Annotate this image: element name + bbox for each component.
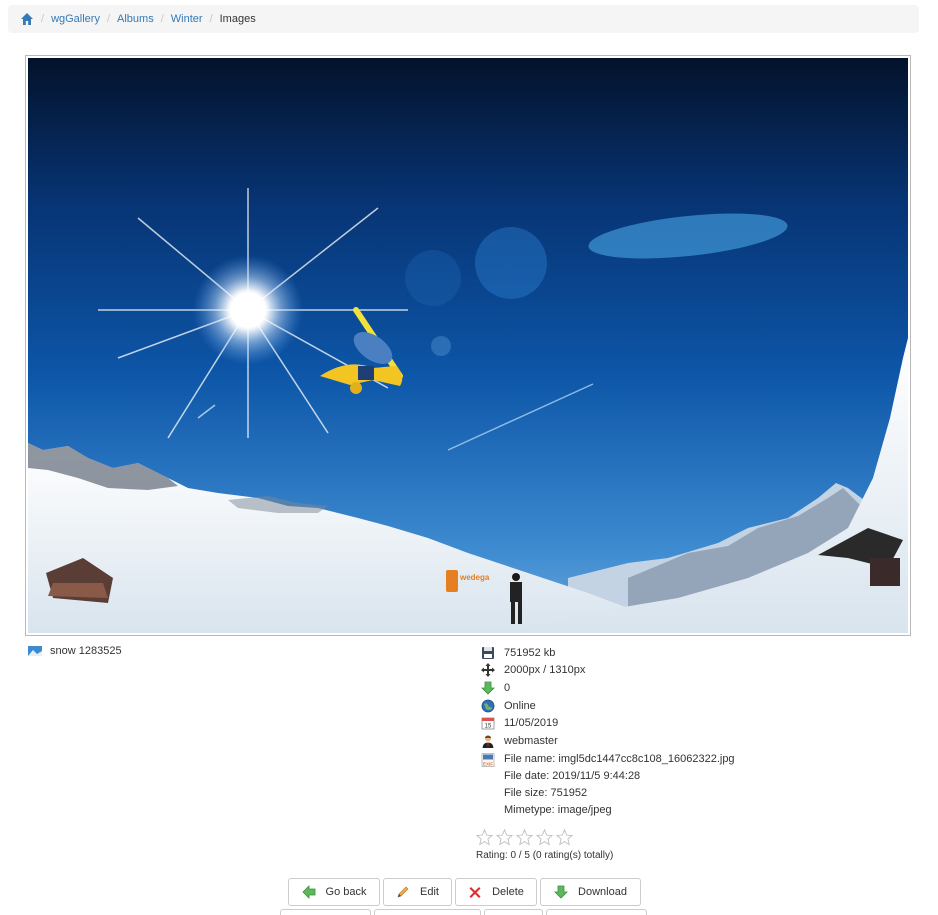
breadcrumb-link-wggallery[interactable]: wgGallery [51, 13, 100, 25]
svg-text:15: 15 [485, 724, 492, 730]
star-icon[interactable] [535, 828, 554, 846]
go-back-button[interactable]: Go back [288, 878, 380, 906]
star-icon[interactable] [515, 828, 534, 846]
go-back-label: Go back [325, 886, 367, 898]
image-title-row: snow 1283525 [28, 645, 122, 657]
star-icon[interactable] [495, 828, 514, 846]
rating-text: Rating: 0 / 5 (0 rating(s) totally) [476, 850, 614, 861]
info-date: 15 11/05/2019 [481, 714, 735, 732]
breadcrumb-current: Images [219, 13, 256, 25]
main-image: wedega [28, 58, 908, 633]
green-left-arrow-icon [301, 885, 316, 899]
edit-label: Edit [420, 886, 439, 898]
edit-button[interactable]: Edit [383, 878, 452, 906]
info-exif: EXIF File name: imgl5dc1447cc8c108_16062… [481, 751, 735, 819]
home-icon[interactable] [20, 12, 34, 26]
delete-button[interactable]: Delete [455, 878, 537, 906]
delete-label: Delete [492, 886, 524, 898]
rating-stars [475, 828, 576, 846]
status-value: Online [504, 699, 536, 712]
green-down-arrow-icon [481, 681, 495, 695]
info-status: Online [481, 697, 735, 715]
exif-mimetype: Mimetype: image/jpeg [504, 803, 612, 816]
image-info-list: 751952 kb 2000px / 1310px 0 Online 15 11… [481, 644, 735, 819]
file-size-value: 751952 kb [504, 646, 556, 659]
partial-button[interactable] [546, 909, 647, 915]
breadcrumb: / wgGallery / Albums / Winter / Images [8, 5, 919, 33]
breadcrumb-link-winter[interactable]: Winter [171, 13, 203, 25]
download-button[interactable]: Download [540, 878, 641, 906]
date-value: 11/05/2019 [504, 717, 559, 730]
second-button-row-partial [280, 909, 650, 915]
pencil-icon [396, 885, 410, 899]
breadcrumb-separator: / [41, 13, 45, 25]
breadcrumb-separator: / [209, 13, 213, 25]
partial-button[interactable] [374, 909, 481, 915]
image-title: snow 1283525 [50, 645, 122, 657]
star-icon[interactable] [555, 828, 574, 846]
info-dimensions: 2000px / 1310px [481, 662, 735, 680]
exif-icon: EXIF [481, 752, 495, 767]
breadcrumb-link-albums[interactable]: Albums [117, 13, 154, 25]
dimensions-value: 2000px / 1310px [504, 664, 586, 677]
green-down-arrow-icon [554, 885, 568, 899]
exif-file-date: File date: 2019/11/5 9:44:28 [504, 769, 641, 782]
submitter-value: webmaster [504, 734, 558, 747]
image-thumbnail-icon [28, 646, 42, 656]
floppy-disk-icon [481, 646, 495, 660]
breadcrumb-separator: / [160, 13, 164, 25]
action-buttons: Go back Edit Delete Download [288, 878, 644, 906]
exif-file-name: File name: imgl5dc1447cc8c108_16062322.j… [504, 752, 735, 765]
partial-button[interactable] [280, 909, 371, 915]
calendar-icon: 15 [481, 716, 495, 730]
user-icon [481, 734, 495, 748]
breadcrumb-separator: / [106, 13, 111, 25]
info-file-size: 751952 kb [481, 644, 735, 662]
svg-text:EXIF: EXIF [483, 761, 493, 766]
red-x-icon [468, 885, 482, 899]
exif-lines: File name: imgl5dc1447cc8c108_16062322.j… [504, 751, 735, 819]
exif-file-size: File size: 751952 [504, 786, 588, 799]
info-submitter: webmaster [481, 732, 735, 750]
globe-icon [481, 699, 495, 713]
main-image-frame[interactable]: wedega [25, 55, 911, 636]
star-icon[interactable] [475, 828, 494, 846]
downloads-value: 0 [504, 681, 511, 694]
svg-text:wedega: wedega [459, 573, 490, 582]
arrows-move-icon [481, 663, 495, 678]
download-label: Download [578, 886, 627, 898]
info-downloads: 0 [481, 679, 735, 697]
partial-button[interactable] [484, 909, 543, 915]
